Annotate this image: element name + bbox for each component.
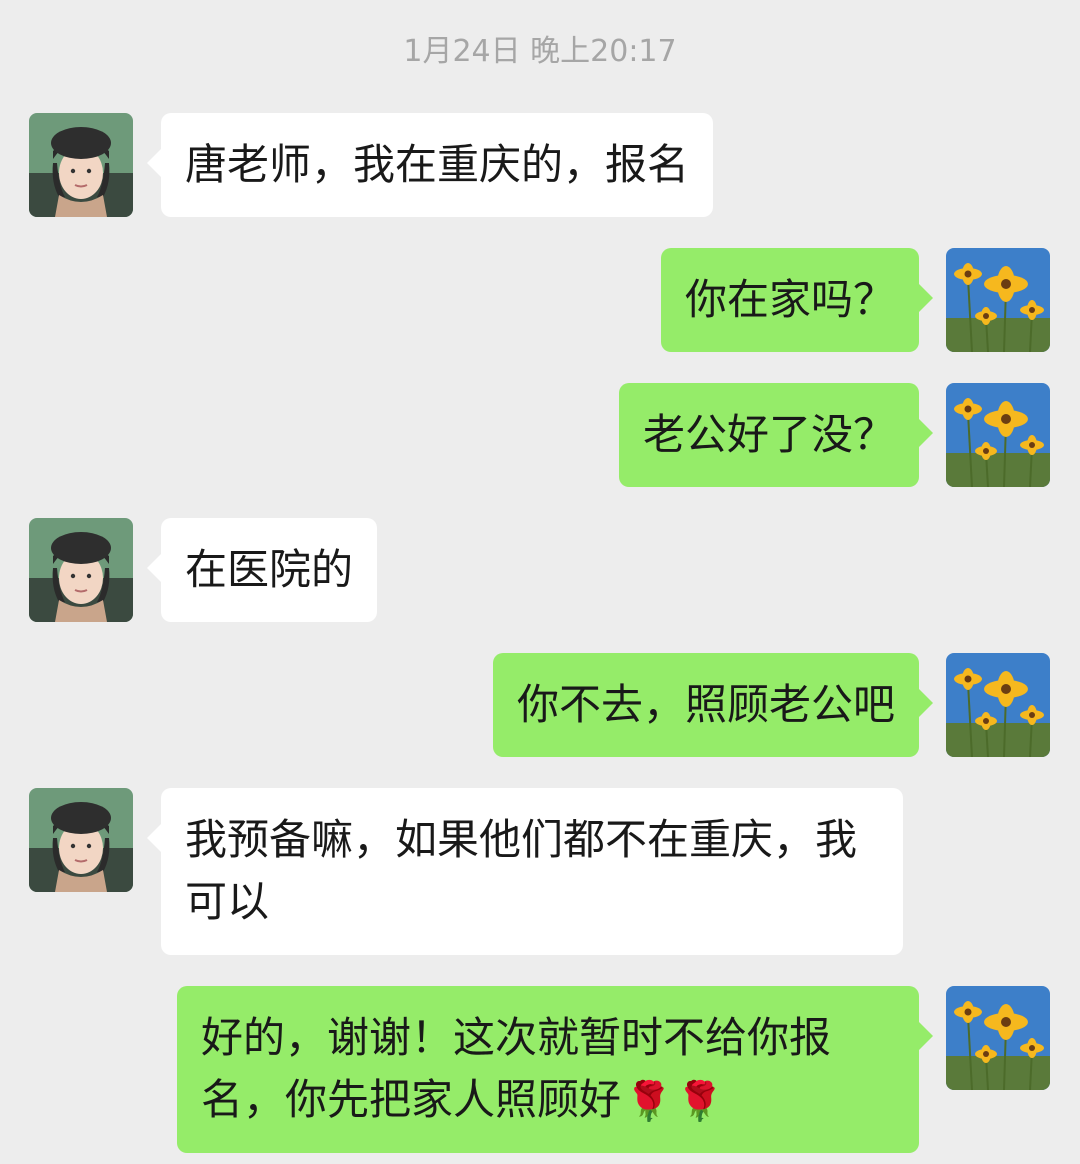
message-bubble[interactable]: 唐老师，我在重庆的，报名 (146, 113, 714, 217)
contact-avatar[interactable] (29, 113, 133, 217)
message-text: 老公好了没？ (642, 410, 895, 459)
message-timestamp: 1月24日 晚上20:17 (403, 34, 677, 69)
message-bubble[interactable]: 在医院的 (146, 518, 378, 622)
message-text: 你在家吗？ (684, 275, 895, 324)
self-avatar[interactable] (946, 653, 1050, 757)
rose-emoji-icon: 🌹 (625, 1079, 673, 1123)
message-text: 好的，谢谢！这次就暂时不给你报名，你先把家人照顾好 (201, 1013, 832, 1124)
message-text: 我预备嘛，如果他们都不在重庆，我可以 (185, 815, 858, 926)
message-bubble[interactable]: 好的，谢谢！这次就暂时不给你报名，你先把家人照顾好 🌹 🌹 (177, 986, 933, 1153)
message-bubble[interactable]: 我预备嘛，如果他们都不在重庆，我可以 (147, 788, 903, 955)
self-avatar[interactable] (946, 986, 1050, 1090)
rose-emoji-icon: 🌹 (676, 1079, 724, 1123)
contact-avatar[interactable] (29, 518, 133, 622)
message-bubble[interactable]: 你不去，照顾老公吧 (492, 653, 934, 757)
message-text: 在医院的 (185, 545, 354, 594)
contact-avatar[interactable] (29, 788, 133, 892)
message-text: 唐老师，我在重庆的，报名 (185, 140, 690, 189)
message-bubble[interactable]: 你在家吗？ (660, 248, 934, 352)
self-avatar[interactable] (946, 383, 1050, 487)
message-bubble[interactable]: 老公好了没？ (618, 383, 934, 487)
message-text: 你不去，照顾老公吧 (516, 680, 895, 729)
self-avatar[interactable] (946, 248, 1050, 352)
